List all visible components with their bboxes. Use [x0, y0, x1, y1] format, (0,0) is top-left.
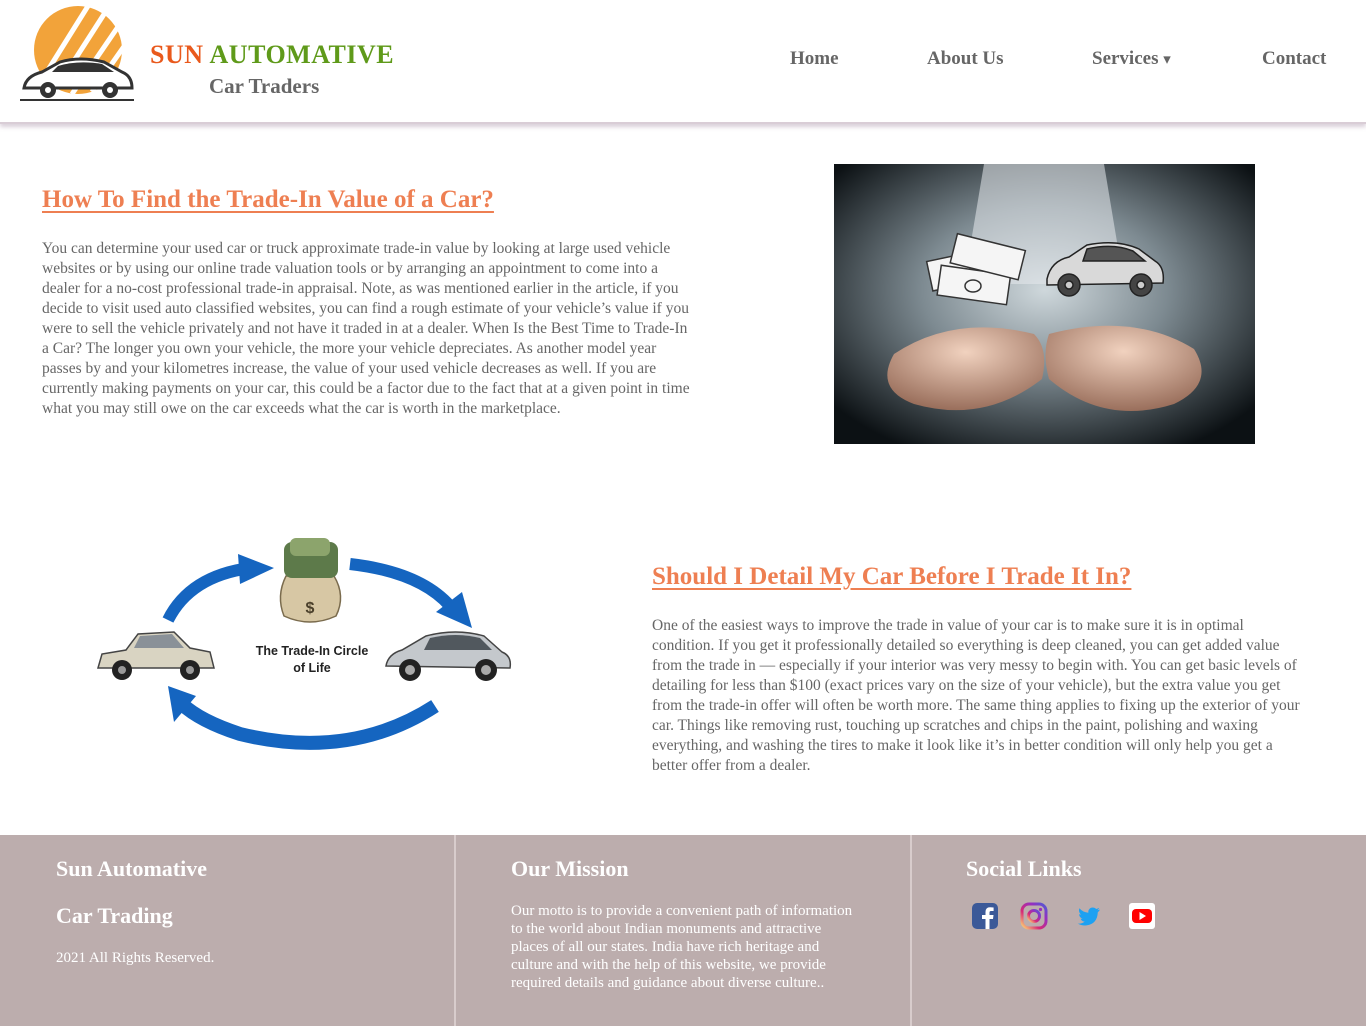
nav-about-us[interactable]: About Us: [927, 48, 1004, 70]
facebook-icon[interactable]: [971, 902, 999, 930]
old-car-icon: [97, 631, 215, 680]
footer-divider: [910, 835, 912, 1026]
twitter-icon[interactable]: [1075, 902, 1103, 930]
new-car-icon: [385, 631, 512, 681]
section1-title: How To Find the Trade-In Value of a Car?: [42, 186, 494, 213]
brand-subtitle: Car Traders: [209, 74, 320, 98]
nav-services[interactable]: Services ▾: [1092, 48, 1171, 70]
brand-name: SUN AUTOMATIVE: [150, 40, 394, 70]
trade-in-cycle-illustration: $ The Trade-In Circle of Life: [97, 538, 512, 750]
brand-word-automative: AUTOMATIVE: [209, 40, 395, 69]
nav-services-label: Services: [1092, 48, 1159, 69]
youtube-icon[interactable]: [1128, 902, 1156, 930]
footer-brand-line2: Car Trading: [56, 903, 173, 928]
nav-contact[interactable]: Contact: [1262, 48, 1326, 70]
section2-body: One of the easiest ways to improve the t…: [652, 617, 1300, 774]
instagram-icon[interactable]: [1020, 902, 1048, 930]
hands-money-car-illustration: [834, 164, 1255, 444]
svg-text:$: $: [306, 600, 315, 617]
arrow-right-icon: [238, 554, 274, 584]
footer-mission-title: Our Mission: [511, 856, 629, 881]
footer-brand-line1: Sun Automative: [56, 856, 207, 881]
footer-copyright: 2021 All Rights Reserved.: [56, 950, 215, 966]
trade-in-circle-diagram: $ The Trade-In Circle of Life: [90, 536, 520, 762]
nav-home[interactable]: Home: [790, 48, 839, 70]
diagram-caption-line1: The Trade-In Circle: [256, 644, 369, 658]
money-bag-icon: $: [279, 538, 342, 623]
diagram-caption-line2: of Life: [293, 661, 331, 675]
section1-body: You can determine your used car or truck…: [42, 240, 690, 417]
section2-title: Should I Detail My Car Before I Trade It…: [652, 563, 1132, 590]
trade-in-hands-image: [834, 164, 1255, 444]
chevron-down-icon: ▾: [1163, 50, 1171, 68]
footer-mission-body: Our motto is to provide a convenient pat…: [511, 903, 853, 991]
logo-icon[interactable]: [18, 6, 136, 104]
site-header: SUN AUTOMATIVE Car Traders Home About Us …: [0, 0, 1366, 124]
brand-word-sun: SUN: [150, 40, 204, 69]
footer-divider: [454, 835, 456, 1026]
footer-social-title: Social Links: [966, 856, 1082, 881]
